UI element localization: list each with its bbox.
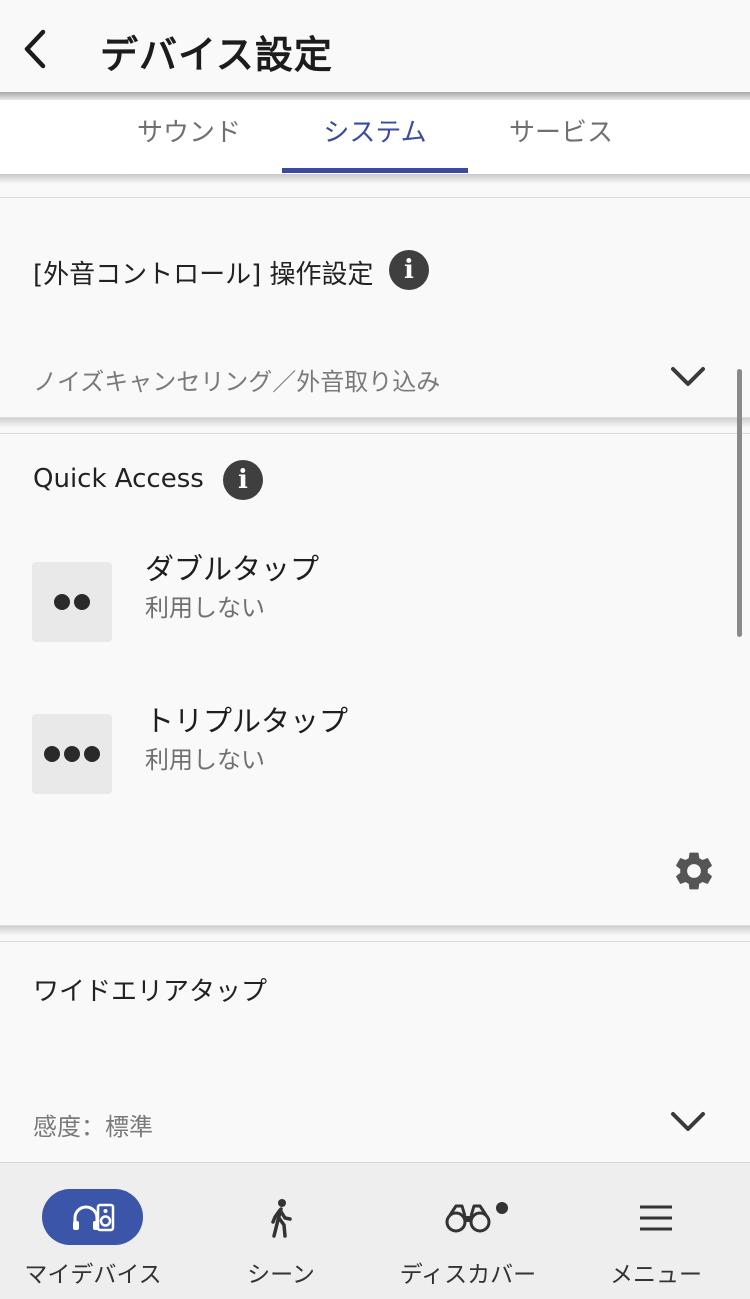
wide-area-tap-title: ワイドエリアタップ — [33, 977, 268, 1007]
ambient-control-title: [外音コントロール] 操作設定 — [33, 260, 374, 290]
page-title: デバイス設定 — [100, 33, 333, 77]
section-divider — [0, 197, 750, 198]
section-divider — [0, 941, 750, 942]
quick-access-title: Quick Access — [33, 464, 204, 494]
nav-menu[interactable]: メニュー — [563, 1163, 749, 1299]
ambient-control-info-icon[interactable]: i — [389, 250, 429, 290]
quick-access-double-tap[interactable]: ダブルタップ 利用しない — [0, 552, 700, 662]
triple-dot-icon — [32, 714, 112, 794]
headphones-speaker-icon — [72, 1203, 114, 1232]
walking-person-icon — [271, 1199, 292, 1238]
back-button[interactable] — [10, 22, 58, 76]
hamburger-menu-icon — [640, 1205, 672, 1231]
section-divider — [0, 433, 750, 434]
chevron-left-icon — [24, 29, 46, 69]
double-tap-value: 利用しない — [145, 594, 265, 622]
wide-area-tap-value: 感度：標準 — [33, 1113, 153, 1141]
quick-access-info-icon[interactable]: i — [223, 460, 263, 500]
nav-discover-label: ディスカバー — [399, 1262, 537, 1288]
section-shadow — [0, 418, 750, 428]
nav-my-device[interactable]: マイデバイス — [0, 1163, 186, 1299]
active-tab-indicator — [282, 168, 468, 173]
wide-area-tap-dropdown[interactable]: 感度：標準 — [0, 1093, 750, 1163]
tab-system[interactable]: システム — [282, 100, 468, 174]
nav-active-pill — [42, 1189, 143, 1245]
chevron-down-icon — [671, 367, 705, 386]
nav-scene-label: シーン — [247, 1262, 315, 1288]
tab-sound[interactable]: サウンド — [96, 100, 282, 174]
app-header: デバイス設定 — [0, 0, 750, 94]
nav-discover-badge — [496, 1202, 508, 1214]
nav-scene[interactable]: シーン — [188, 1163, 374, 1299]
tabs-shadow — [0, 174, 750, 184]
triple-tap-label: トリプルタップ — [145, 704, 349, 738]
quick-access-triple-tap[interactable]: トリプルタップ 利用しない — [0, 704, 700, 814]
ambient-control-value: ノイズキャンセリング／外音取り込み — [33, 368, 441, 396]
nav-discover[interactable]: ディスカバー — [375, 1163, 561, 1299]
double-dot-icon — [32, 562, 112, 642]
bottom-navigation: マイデバイス シーン ディスカバー メニュー — [0, 1162, 750, 1299]
ambient-control-dropdown[interactable]: ノイズキャンセリング／外音取り込み — [0, 348, 750, 418]
double-tap-label: ダブルタップ — [145, 552, 320, 586]
nav-my-device-label: マイデバイス — [24, 1262, 162, 1288]
tab-service[interactable]: サービス — [468, 100, 654, 174]
nav-menu-label: メニュー — [610, 1262, 702, 1288]
chevron-down-icon — [671, 1112, 705, 1131]
binoculars-icon — [445, 1204, 491, 1233]
scrollbar[interactable] — [737, 369, 742, 637]
triple-tap-value: 利用しない — [145, 746, 265, 774]
gear-icon[interactable] — [671, 848, 717, 894]
section-shadow — [0, 926, 750, 936]
tab-bar: サウンド システム サービス — [0, 100, 750, 174]
